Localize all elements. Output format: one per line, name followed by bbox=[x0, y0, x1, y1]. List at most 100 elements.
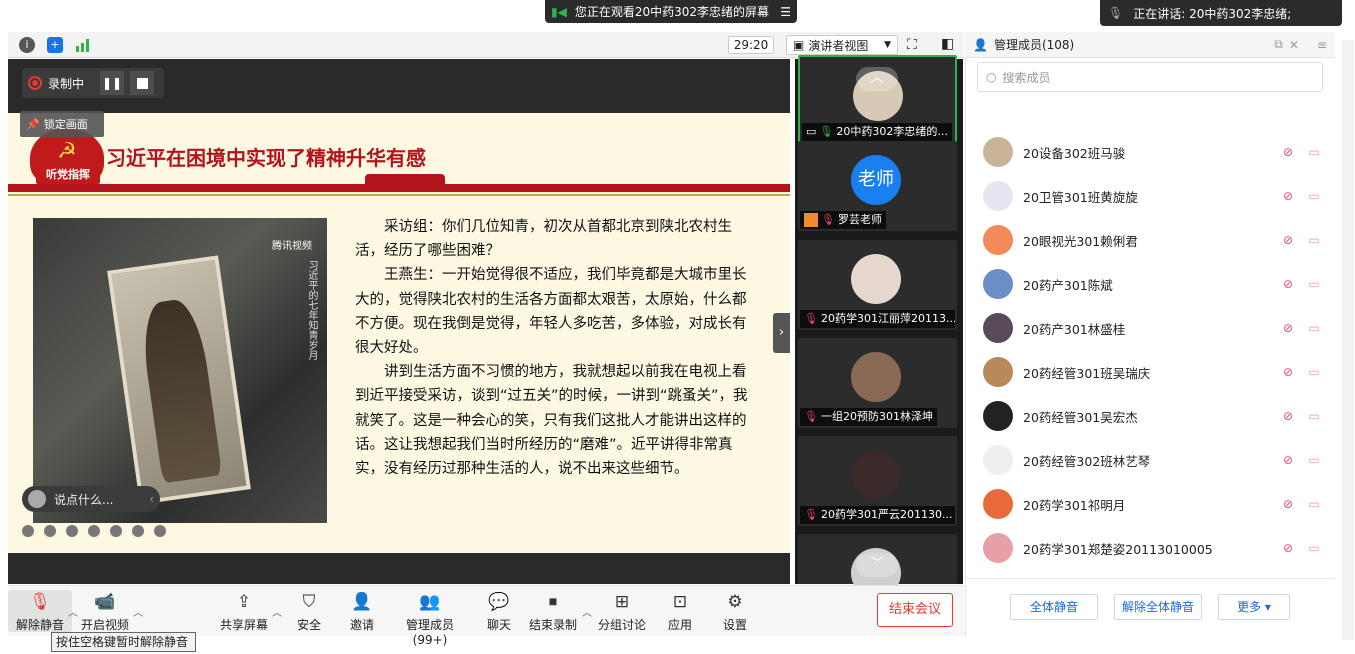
invite-button[interactable]: 👤 邀请 bbox=[330, 590, 394, 632]
lock-screen-button[interactable]: 📌 锁定画面 bbox=[20, 111, 104, 137]
camera-off-icon[interactable]: ▭ bbox=[1305, 541, 1323, 555]
mute-all-button[interactable]: 全体静音 bbox=[1010, 594, 1098, 620]
member-row[interactable]: 20药经管301班吴瑞庆 ⊘ ▭ bbox=[983, 354, 1323, 390]
member-row[interactable]: 20药经管301吴宏杰 ⊘ ▭ bbox=[983, 398, 1323, 434]
window-scrollbar[interactable] bbox=[1342, 40, 1354, 640]
share-screen-button[interactable]: ⇪ 共享屏幕 bbox=[212, 590, 276, 632]
mic-muted-icon[interactable]: ⊘ bbox=[1281, 189, 1295, 203]
screenshot-icon[interactable] bbox=[88, 525, 100, 537]
member-row[interactable]: 20药产301陈斌 ⊘ ▭ bbox=[983, 266, 1323, 302]
member-row[interactable]: 20药产301林盛桂 ⊘ ▭ bbox=[983, 310, 1323, 346]
member-row[interactable]: 20设备302班马骏 ⊘ ▭ bbox=[983, 134, 1323, 170]
mic-muted-icon[interactable]: ⊘ bbox=[1281, 409, 1295, 423]
close-icon[interactable]: ✕ bbox=[1289, 38, 1299, 52]
member-avatar bbox=[983, 181, 1013, 211]
mic-muted-icon[interactable]: ⊘ bbox=[1281, 365, 1295, 379]
screen-share-text: 您正在观看20中药302李忠绪的屏幕 bbox=[574, 5, 770, 19]
recording-controls: 录制中 ❚❚ bbox=[22, 68, 164, 98]
view-mode-button[interactable]: ▣ 演讲者视图 ▼ bbox=[786, 35, 898, 55]
member-avatar bbox=[983, 137, 1013, 167]
breakout-label: 分组讨论 bbox=[597, 618, 646, 632]
pause-recording-icon[interactable]: ❚❚ bbox=[100, 71, 125, 95]
mic-muted-icon[interactable]: ⊘ bbox=[1281, 233, 1295, 247]
member-avatar bbox=[983, 357, 1013, 387]
view-mode-icon: ▣ bbox=[793, 38, 805, 52]
manage-members-button[interactable]: 👥 管理成员(99+) bbox=[390, 590, 470, 647]
scroll-down-button[interactable]: ﹀ bbox=[856, 553, 898, 577]
camera-off-icon[interactable]: ▭ bbox=[1305, 321, 1323, 335]
member-avatar bbox=[983, 489, 1013, 519]
camera-off-icon[interactable]: ▭ bbox=[1305, 409, 1323, 423]
menu-icon[interactable]: ≡ bbox=[1317, 38, 1327, 52]
camera-off-icon[interactable]: ▭ bbox=[1305, 233, 1323, 247]
danmu-placeholder: 说点什么... bbox=[54, 492, 114, 507]
layout-toggle-icon[interactable]: ◧ bbox=[941, 36, 954, 52]
mic-muted-icon[interactable]: ⊘ bbox=[1281, 541, 1295, 555]
chevron-left-icon[interactable]: ‹ bbox=[149, 492, 154, 506]
unmute-button[interactable]: 🎙 解除静音 bbox=[8, 590, 72, 632]
member-avatar bbox=[983, 401, 1013, 431]
next-icon[interactable] bbox=[44, 525, 56, 537]
mic-muted-icon[interactable]: ⊘ bbox=[1281, 453, 1295, 467]
start-video-label: 开启视频 bbox=[80, 618, 129, 632]
camera-off-icon[interactable]: ▭ bbox=[1305, 189, 1323, 203]
signal-icon[interactable] bbox=[75, 37, 91, 53]
camera-off-icon[interactable]: ▭ bbox=[1305, 365, 1323, 379]
member-search-input[interactable]: ○ 搜索成员 bbox=[977, 62, 1323, 92]
mic-muted-icon: 🎙 bbox=[804, 410, 818, 423]
record-dot-icon bbox=[28, 76, 42, 90]
camera-off-icon[interactable]: ▭ bbox=[1305, 145, 1323, 159]
mic-muted-icon[interactable]: ⊘ bbox=[1281, 497, 1295, 511]
collapse-video-panel-button[interactable]: › bbox=[773, 313, 790, 353]
emoji-icon[interactable] bbox=[28, 490, 46, 508]
prev-icon[interactable] bbox=[22, 525, 34, 537]
security-icon: ⛉ bbox=[302, 592, 316, 612]
member-row[interactable]: 20卫管301班黄旋旋 ⊘ ▭ bbox=[983, 178, 1323, 214]
popout-icon[interactable]: ⧉ bbox=[1274, 37, 1283, 52]
apps-label: 应用 bbox=[667, 618, 692, 632]
more-button[interactable]: 更多 ▾ bbox=[1218, 594, 1290, 620]
member-row[interactable]: 20眼视光301赖俐君 ⊘ ▭ bbox=[983, 222, 1323, 258]
pen-icon[interactable] bbox=[66, 525, 78, 537]
camera-off-icon[interactable]: ▭ bbox=[1305, 497, 1323, 511]
video-tile[interactable]: 🎙 20药学301江丽萍20113... bbox=[798, 240, 957, 330]
video-options-caret[interactable]: ︿ bbox=[133, 604, 143, 619]
member-name: 20药产301陈斌 bbox=[1023, 277, 1113, 293]
breakout-button[interactable]: ⊞ 分组讨论 bbox=[590, 590, 654, 632]
video-tile[interactable]: 🎙 20药学301严云201130... bbox=[798, 436, 957, 526]
fullscreen-icon[interactable]: ⛶ bbox=[907, 37, 917, 53]
member-row[interactable]: 20药经管302班林艺琴 ⊘ ▭ bbox=[983, 442, 1323, 478]
mic-muted-icon[interactable]: ⊘ bbox=[1281, 145, 1295, 159]
stop-recording-button[interactable]: ⏹ 结束录制 bbox=[521, 590, 585, 632]
stop-recording-icon[interactable] bbox=[130, 71, 155, 95]
view-mode-label: 演讲者视图 bbox=[808, 38, 869, 53]
camera-icon[interactable] bbox=[110, 525, 122, 537]
more-icon[interactable] bbox=[154, 525, 166, 537]
mic-muted-icon[interactable]: ⊘ bbox=[1281, 321, 1295, 335]
comment-icon[interactable] bbox=[132, 525, 144, 537]
banner-menu-icon[interactable]: ☰ bbox=[780, 5, 791, 19]
members-icon: 👥 bbox=[419, 592, 441, 612]
member-name: 20药经管302班林艺琴 bbox=[1023, 453, 1151, 469]
member-row[interactable]: 20药学301祁明月 ⊘ ▭ bbox=[983, 486, 1323, 522]
mic-muted-icon: 🎙 bbox=[29, 592, 51, 612]
stop-recording-label: 结束录制 bbox=[528, 618, 577, 632]
settings-button[interactable]: ⚙ 设置 bbox=[703, 590, 767, 632]
danmu-input[interactable]: 说点什么... ‹ bbox=[22, 486, 160, 512]
scroll-up-button[interactable]: ︿ bbox=[856, 67, 898, 91]
camera-off-icon[interactable]: ▭ bbox=[1305, 453, 1323, 467]
video-tile[interactable]: 老师 🎙 罗芸老师 bbox=[798, 141, 957, 231]
member-row[interactable]: 20药学301郑楚姿20113010005 ⊘ ▭ bbox=[983, 530, 1323, 566]
end-meeting-button[interactable]: 结束会议 bbox=[877, 593, 953, 627]
participant-name-bar: 🎙 20药学301江丽萍20113... bbox=[800, 310, 955, 328]
mic-muted-icon[interactable]: ⊘ bbox=[1281, 277, 1295, 291]
start-video-button[interactable]: 📹 开启视频 bbox=[73, 590, 137, 632]
unmute-all-button[interactable]: 解除全体静音 bbox=[1114, 594, 1202, 620]
member-name: 20药产301林盛桂 bbox=[1023, 321, 1126, 337]
camera-off-icon[interactable]: ▭ bbox=[1305, 277, 1323, 291]
info-icon[interactable]: i bbox=[19, 37, 35, 53]
camera-off-icon: 📹 bbox=[94, 592, 116, 612]
video-tile[interactable]: 🎙 一组20预防301林泽坤 bbox=[798, 338, 957, 428]
shield-icon[interactable]: + bbox=[47, 37, 63, 53]
settings-label: 设置 bbox=[722, 618, 747, 632]
